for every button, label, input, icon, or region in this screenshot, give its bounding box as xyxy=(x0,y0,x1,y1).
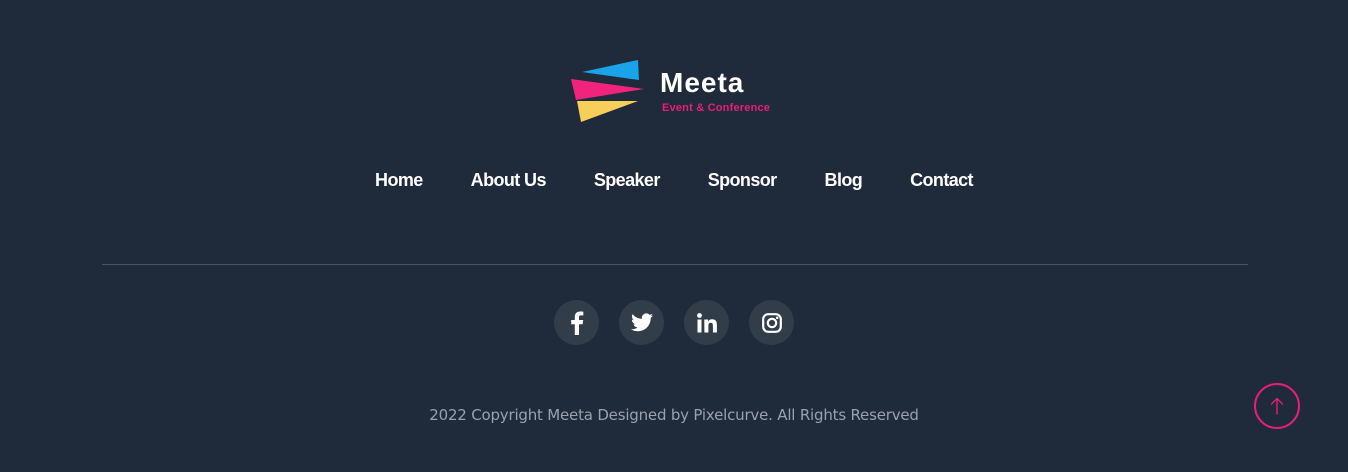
copyright-text: 2022 Copyright Meeta Designed by Pixelcu… xyxy=(429,406,919,424)
facebook-button[interactable] xyxy=(554,300,599,345)
linkedin-icon xyxy=(696,312,717,332)
facebook-icon xyxy=(570,311,583,335)
social-links xyxy=(0,300,1348,345)
instagram-button[interactable] xyxy=(749,300,794,345)
brand-name: Meeta xyxy=(660,67,745,98)
linkedin-button[interactable] xyxy=(684,300,729,345)
nav-link-home[interactable]: Home xyxy=(351,168,447,192)
nav-link-about-us[interactable]: About Us xyxy=(447,168,570,192)
site-footer: Meeta Event & Conference Home About Us S… xyxy=(0,0,1348,472)
nav-link-contact[interactable]: Contact xyxy=(886,168,997,192)
footer-divider xyxy=(102,264,1248,265)
scroll-to-top-button[interactable] xyxy=(1254,383,1300,429)
nav-link-sponsor[interactable]: Sponsor xyxy=(684,168,801,192)
brand-logo[interactable]: Meeta Event & Conference xyxy=(570,58,790,124)
nav-link-speaker[interactable]: Speaker xyxy=(570,168,684,192)
instagram-icon xyxy=(761,312,782,333)
nav-link-blog[interactable]: Blog xyxy=(801,168,887,192)
arrow-up-icon xyxy=(1270,397,1284,415)
logo-text: Meeta Event & Conference xyxy=(660,58,770,124)
logo-mark-icon xyxy=(571,60,644,122)
twitter-icon xyxy=(630,313,653,332)
brand-tagline: Event & Conference xyxy=(662,102,771,114)
twitter-button[interactable] xyxy=(619,300,664,345)
footer-nav: Home About Us Speaker Sponsor Blog Conta… xyxy=(0,168,1348,192)
